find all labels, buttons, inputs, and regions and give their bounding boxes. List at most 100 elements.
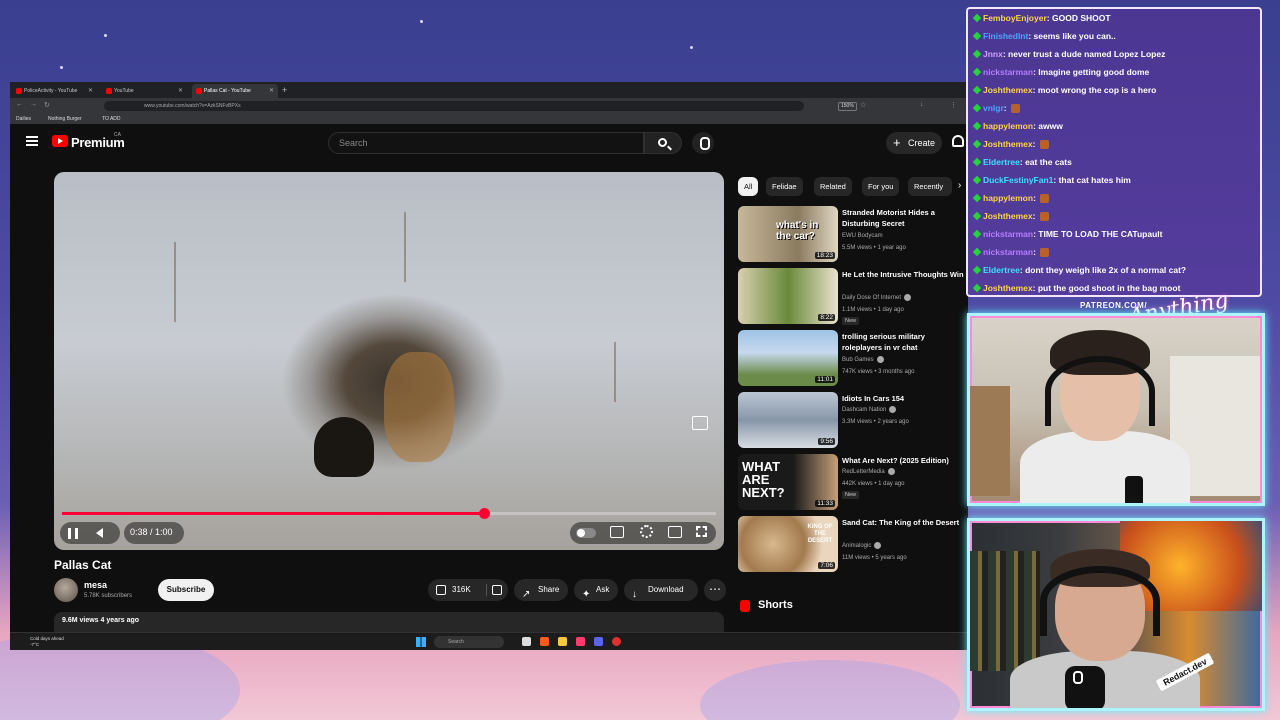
description-box[interactable]: 9.6M views 4 years ago xyxy=(54,612,724,632)
channel-avatar[interactable] xyxy=(54,578,78,602)
back-icon[interactable]: ← xyxy=(16,101,23,108)
chat-username[interactable]: nickstarman xyxy=(983,247,1033,257)
discord-icon[interactable] xyxy=(594,637,603,646)
recommendation-item[interactable]: 9:56 Idiots In Cars 154 Dashcam Nation 3… xyxy=(738,392,963,450)
chip-related[interactable]: Related xyxy=(814,177,852,196)
recommendation-channel[interactable]: Daily Dose Of Internet xyxy=(842,292,912,304)
recommendation-channel[interactable]: Animalogic xyxy=(842,540,882,552)
chat-username[interactable]: Eldertree xyxy=(983,157,1020,167)
zoom-indicator[interactable]: 150% xyxy=(838,102,857,111)
progress-scrubber[interactable] xyxy=(478,508,490,519)
recommendation-item[interactable]: WHAT ARE NEXT? 11:33 What Are Next? (202… xyxy=(738,454,963,512)
thumbnail[interactable]: 11:01 xyxy=(738,330,838,386)
ask-button[interactable]: ✦ Ask xyxy=(574,579,618,601)
captions-icon[interactable] xyxy=(610,526,624,538)
chat-username[interactable]: nickstarman xyxy=(983,67,1033,77)
notifications-bell-icon[interactable] xyxy=(952,135,964,147)
bookmark-star-icon[interactable]: ☆ xyxy=(860,101,866,109)
chat-username[interactable]: happylemon xyxy=(983,193,1033,203)
chip-all[interactable]: All xyxy=(738,177,759,196)
more-actions-icon[interactable]: ⋯ xyxy=(704,579,726,601)
taskbar-search[interactable]: Search xyxy=(434,636,504,648)
chat-username[interactable]: FinishedInt xyxy=(983,31,1028,41)
progress-bar[interactable] xyxy=(62,508,716,519)
recommendation-title[interactable]: He Let the Intrusive Thoughts Win xyxy=(842,269,964,280)
forward-icon[interactable]: → xyxy=(30,101,37,108)
recommendation-item[interactable]: 11:01 trolling serious military roleplay… xyxy=(738,330,963,388)
create-button[interactable]: + Create xyxy=(886,132,942,154)
recommendation-channel[interactable]: Dashcam Nation xyxy=(842,404,897,416)
recommendation-channel[interactable]: Bub Games xyxy=(842,354,884,366)
bookmark-to-add[interactable]: TO ADD xyxy=(102,116,121,122)
recommendation-item[interactable]: what's in the car? 18:23 Stranded Motori… xyxy=(738,206,963,264)
theater-mode-icon[interactable] xyxy=(668,526,682,538)
miniplayer-icon[interactable] xyxy=(692,416,708,430)
pause-icon[interactable] xyxy=(68,528,78,539)
task-view-icon[interactable] xyxy=(522,637,531,646)
menu-icon[interactable]: ⋮ xyxy=(950,101,957,109)
chat-username[interactable]: Joshthemex xyxy=(983,85,1033,95)
bookmark-nothing-burger[interactable]: Nothing Burger xyxy=(48,116,82,122)
browser-icon[interactable] xyxy=(540,637,549,646)
chat-username[interactable]: Joshthemex xyxy=(983,283,1033,293)
search-button[interactable] xyxy=(644,132,682,154)
recommendation-item[interactable]: 8:22 He Let the Intrusive Thoughts Win D… xyxy=(738,268,964,326)
autoplay-toggle[interactable] xyxy=(576,528,596,538)
reload-icon[interactable]: ↻ xyxy=(44,101,50,109)
chip-felidae[interactable]: Felidae xyxy=(766,177,803,196)
download-icon[interactable]: ↓ xyxy=(920,101,924,108)
weather-widget[interactable]: Cold days ahead -7°C xyxy=(30,636,64,648)
search-input[interactable]: Search xyxy=(328,132,644,154)
like-count[interactable]: 316K xyxy=(452,579,471,601)
tab-police-activity[interactable]: PoliceActivity - YouTube ✕ xyxy=(12,84,97,98)
subscribe-button[interactable]: Subscribe xyxy=(158,579,214,601)
windows-start-icon[interactable] xyxy=(416,637,426,647)
like-icon[interactable] xyxy=(436,585,446,595)
url-field[interactable]: www.youtube.com/watch?v=AzkSNFvBPXs xyxy=(104,101,804,111)
chat-username[interactable]: Jnnx xyxy=(983,49,1003,59)
chat-username[interactable]: nickstarman xyxy=(983,229,1033,239)
chat-username[interactable]: vnlgr xyxy=(983,103,1004,113)
voice-search-icon[interactable] xyxy=(692,132,714,154)
recommendation-title[interactable]: Stranded Motorist Hides a Disturbing Sec… xyxy=(842,207,964,229)
recommendation-item[interactable]: KING OF THE DESERT 7:06 Sand Cat: The Ki… xyxy=(738,516,963,574)
app-icon[interactable] xyxy=(576,637,585,646)
tab-youtube[interactable]: YouTube ✕ xyxy=(102,84,187,98)
bookmark-dailies[interactable]: Dailies xyxy=(16,116,31,122)
thumbnail[interactable]: 9:56 xyxy=(738,392,838,448)
chevron-right-icon[interactable]: › xyxy=(958,180,961,191)
thumbnail[interactable]: what's in the car? 18:23 xyxy=(738,206,838,262)
recommendation-title[interactable]: Idiots In Cars 154 xyxy=(842,393,964,404)
recommendation-channel[interactable]: RedLetterMedia xyxy=(842,466,895,478)
close-tab-icon[interactable]: ✕ xyxy=(269,84,274,98)
chat-username[interactable]: FemboyEnjoyer xyxy=(983,13,1047,23)
thumbnail[interactable]: 8:22 xyxy=(738,268,838,324)
youtube-logo-icon[interactable] xyxy=(52,135,68,147)
tab-pallas-cat[interactable]: Pallas Cat - YouTube ✕ xyxy=(192,84,278,98)
chip-for-you[interactable]: For you xyxy=(862,177,900,196)
chat-username[interactable]: Joshthemex xyxy=(983,211,1033,221)
chip-recently[interactable]: Recently xyxy=(908,177,952,196)
dislike-icon[interactable] xyxy=(492,585,502,595)
recommendation-title[interactable]: What Are Next? (2025 Edition) xyxy=(842,455,964,466)
recommendation-channel[interactable]: EWU Bodycam xyxy=(842,230,883,242)
channel-name[interactable]: mesa xyxy=(84,580,107,590)
close-tab-icon[interactable]: ✕ xyxy=(88,84,93,98)
close-tab-icon[interactable]: ✕ xyxy=(178,84,183,98)
chat-username[interactable]: DuckFestinyFan1 xyxy=(983,175,1053,185)
hamburger-menu-icon[interactable] xyxy=(26,136,38,146)
record-icon[interactable] xyxy=(612,637,621,646)
chat-username[interactable]: happylemon xyxy=(983,121,1033,131)
settings-gear-icon[interactable] xyxy=(640,525,653,538)
chat-username[interactable]: Joshthemex xyxy=(983,139,1033,149)
thumbnail[interactable]: KING OF THE DESERT 7:06 xyxy=(738,516,838,572)
file-explorer-icon[interactable] xyxy=(558,637,567,646)
download-button[interactable]: ↓ Download xyxy=(624,579,698,601)
video-player[interactable]: 0:38 / 1:00 xyxy=(54,172,724,550)
share-button[interactable]: ↗ Share xyxy=(514,579,568,601)
recommendation-title[interactable]: trolling serious military roleplayers in… xyxy=(842,331,964,353)
recommendation-title[interactable]: Sand Cat: The King of the Desert xyxy=(842,517,964,528)
volume-icon[interactable] xyxy=(96,528,103,538)
thumbnail[interactable]: WHAT ARE NEXT? 11:33 xyxy=(738,454,838,510)
chat-username[interactable]: Eldertree xyxy=(983,265,1020,275)
